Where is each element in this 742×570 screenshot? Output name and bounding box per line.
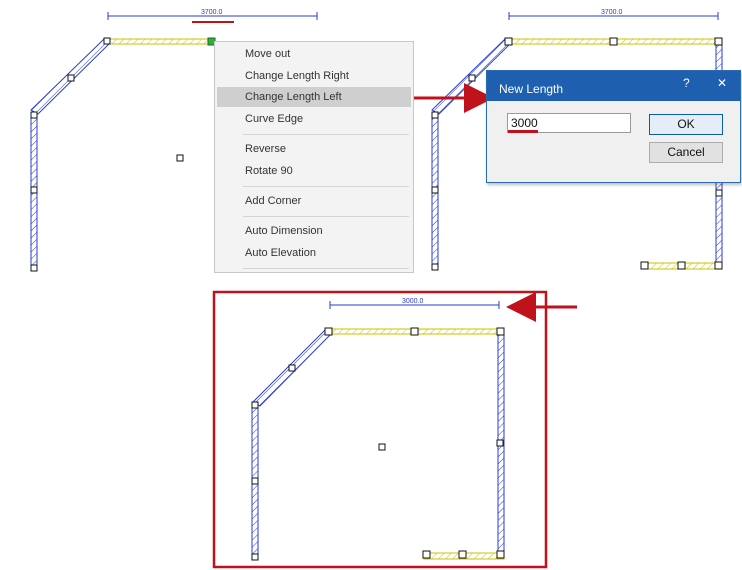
edge-handle[interactable]	[458, 550, 467, 559]
corner-handle[interactable]	[324, 327, 333, 336]
menu-item-curve-edge[interactable]: Curve Edge	[217, 109, 411, 129]
corner-handle[interactable]	[288, 364, 296, 372]
dimension-underline	[192, 21, 234, 23]
corner-handle[interactable]	[714, 261, 723, 270]
menu-separator	[243, 268, 409, 269]
corner-handle[interactable]	[30, 186, 38, 194]
corner-handle[interactable]	[103, 37, 111, 45]
corner-handle[interactable]	[251, 401, 259, 409]
corner-handle[interactable]	[431, 111, 439, 119]
menu-item-rotate-90[interactable]: Rotate 90	[217, 161, 411, 181]
center-handle[interactable]	[176, 154, 184, 162]
edge-handle[interactable]	[715, 189, 723, 197]
corner-handle[interactable]	[67, 74, 75, 82]
edge-handle[interactable]	[677, 261, 686, 270]
menu-item-reverse[interactable]: Reverse	[217, 139, 411, 159]
corner-handle[interactable]	[468, 74, 476, 82]
corner-handle[interactable]	[431, 263, 439, 271]
edge-handle[interactable]	[410, 327, 419, 336]
corner-handle[interactable]	[30, 264, 38, 272]
input-value-underline	[508, 130, 538, 133]
menu-item-auto-elevation[interactable]: Auto Elevation	[217, 243, 411, 263]
context-menu: Move out Change Length Right Change Leng…	[214, 41, 414, 273]
new-length-dialog: New Length ? ✕ OK Cancel	[486, 70, 741, 183]
dialog-title: New Length	[499, 82, 564, 96]
cancel-button[interactable]: Cancel	[649, 142, 723, 163]
center-handle[interactable]	[378, 443, 386, 451]
dimension-label: 3700.0	[201, 9, 223, 16]
help-icon[interactable]: ?	[683, 76, 690, 90]
result-panel: 3000.0	[212, 290, 548, 569]
corner-handle[interactable]	[496, 550, 505, 559]
corner-handle[interactable]	[251, 477, 259, 485]
wall-top[interactable]	[105, 38, 215, 45]
menu-separator	[243, 216, 409, 217]
menu-separator	[243, 186, 409, 187]
dialog-title-bar[interactable]: New Length ? ✕	[487, 71, 740, 101]
corner-handle[interactable]	[422, 550, 431, 559]
menu-item-change-length-left[interactable]: Change Length Left	[217, 87, 411, 107]
dimension-label: 3000.0	[402, 298, 424, 305]
corner-handle[interactable]	[714, 37, 723, 46]
close-icon[interactable]: ✕	[717, 76, 727, 90]
edge-handle[interactable]	[496, 439, 504, 447]
corner-handle[interactable]	[640, 261, 649, 270]
menu-item-auto-dimension[interactable]: Auto Dimension	[217, 221, 411, 241]
corner-handle[interactable]	[431, 186, 439, 194]
corner-handle[interactable]	[30, 111, 38, 119]
dimension-label: 3700.0	[601, 9, 623, 16]
corner-handle[interactable]	[496, 327, 505, 336]
corner-handle[interactable]	[504, 37, 513, 46]
ok-button[interactable]: OK	[649, 114, 723, 135]
menu-item-change-length-right[interactable]: Change Length Right	[217, 66, 411, 86]
menu-separator	[243, 134, 409, 135]
menu-item-move-out[interactable]: Move out	[217, 44, 411, 64]
edge-handle[interactable]	[609, 37, 618, 46]
menu-item-add-corner[interactable]: Add Corner	[217, 191, 411, 211]
corner-handle[interactable]	[251, 553, 259, 561]
